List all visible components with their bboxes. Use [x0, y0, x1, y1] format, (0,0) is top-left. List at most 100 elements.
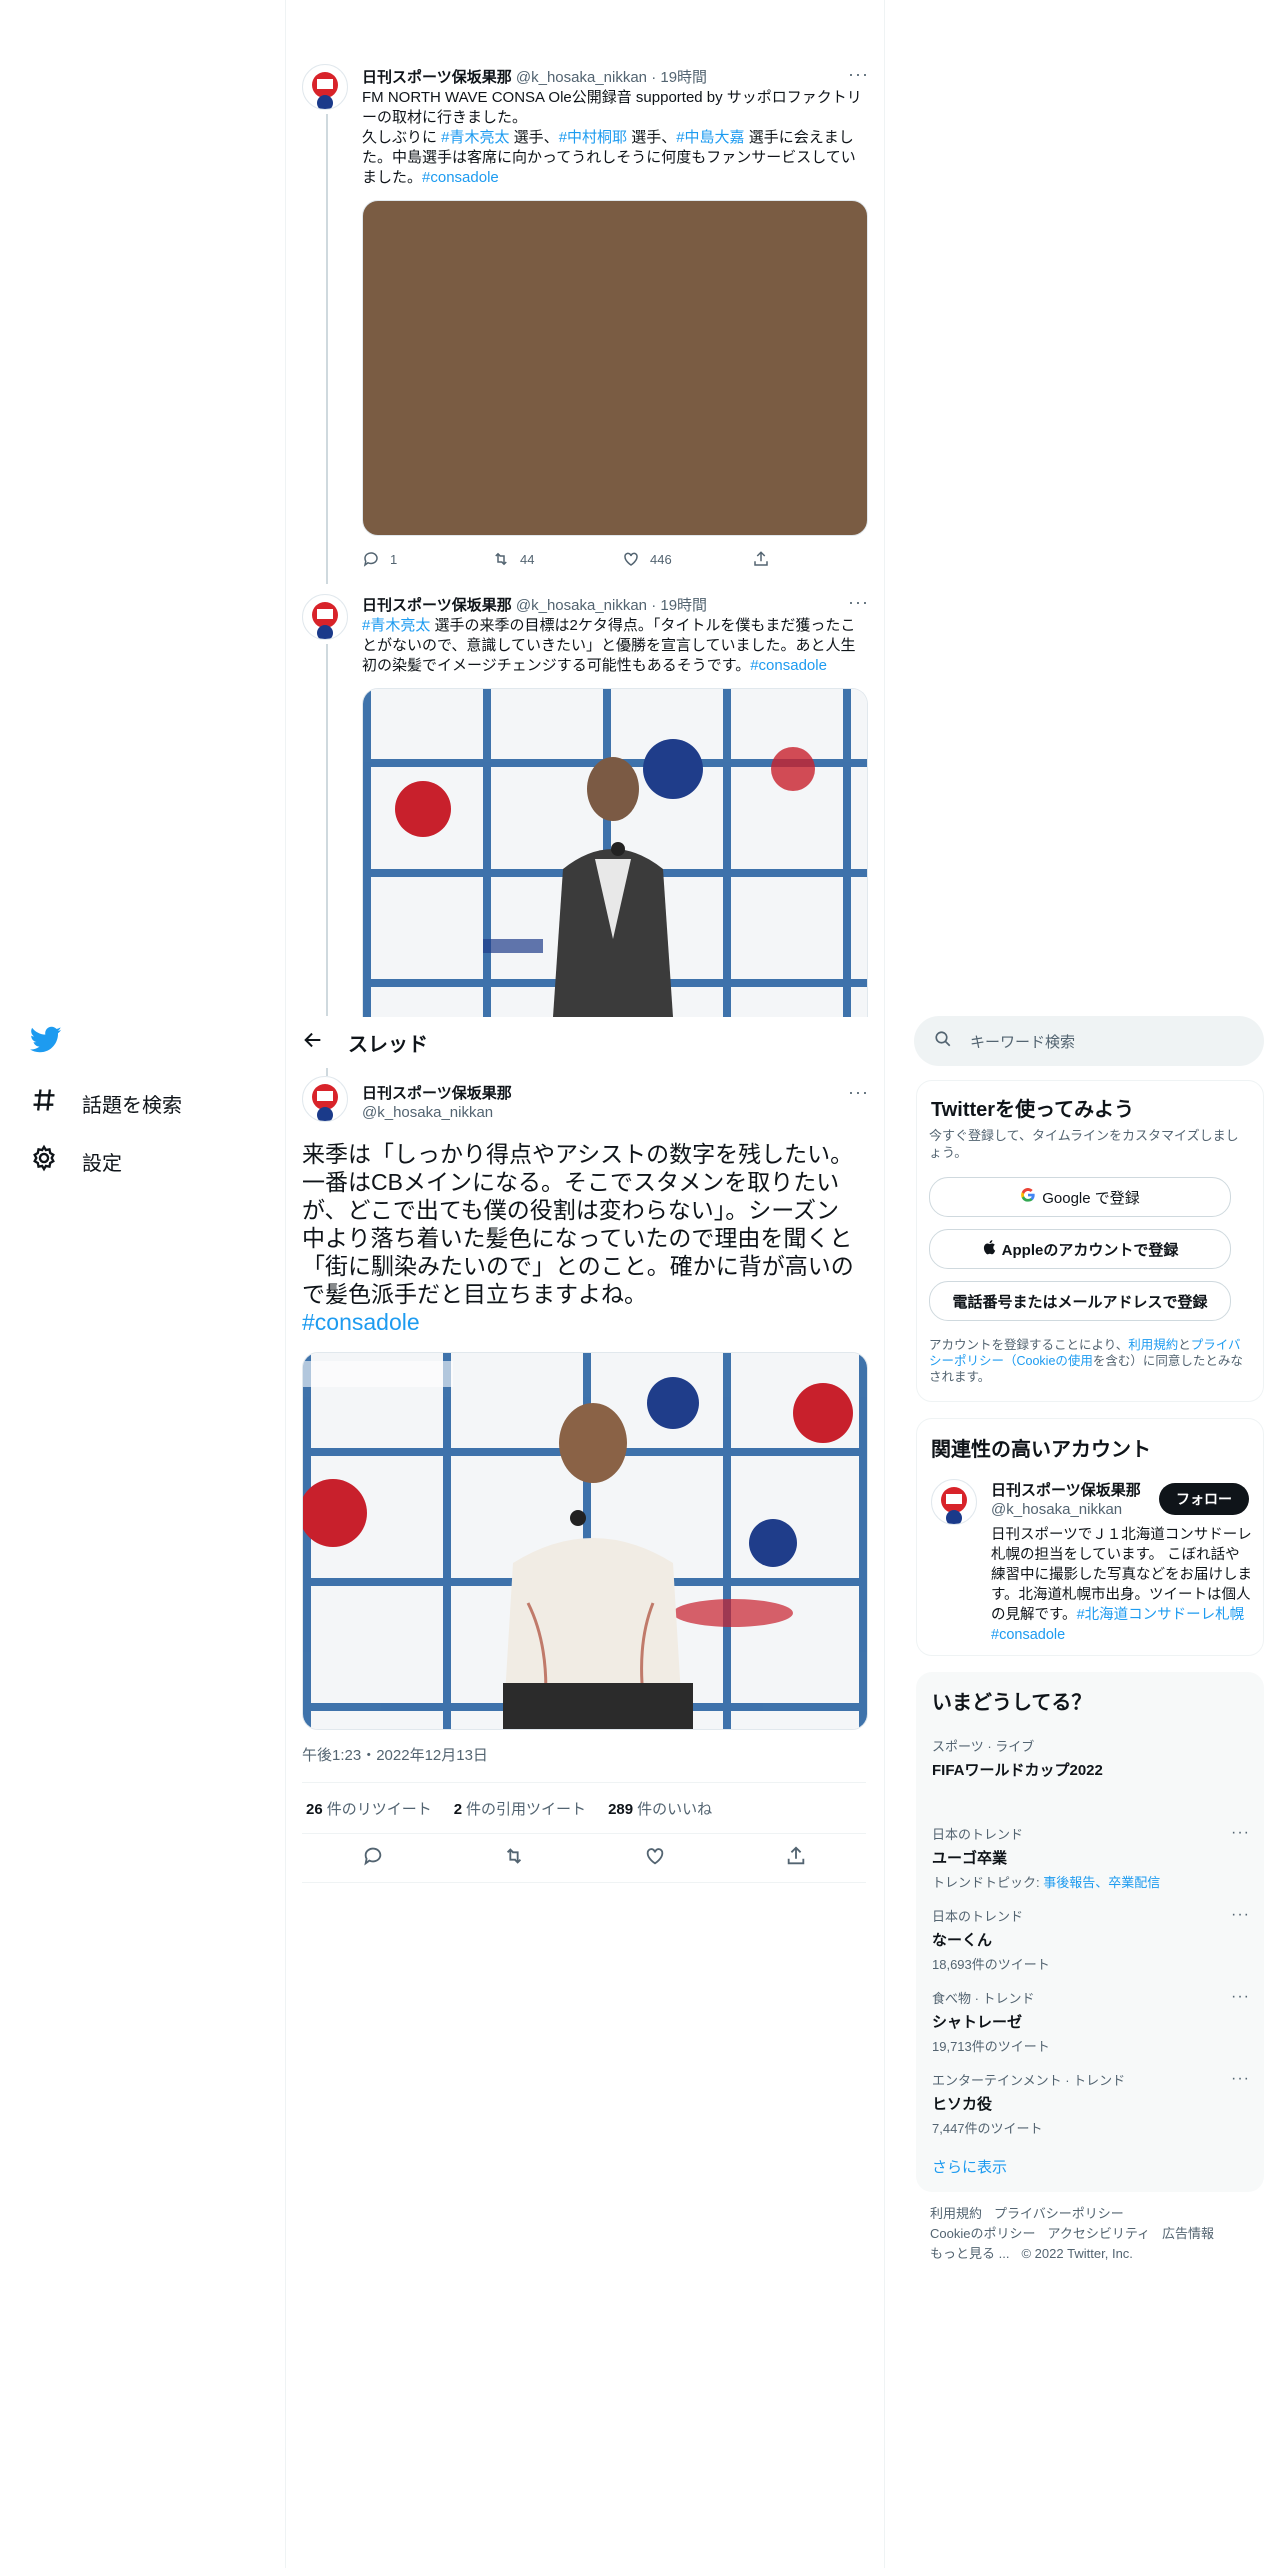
thread-header: スレッド	[286, 1020, 884, 1064]
footer-ads-link[interactable]: 広告情報	[1162, 2226, 1214, 2241]
related-bio: 日刊スポーツでＪ１北海道コンサドーレ札幌の担当をしています。 こぼれ話や練習中に…	[991, 1525, 1253, 1645]
trend-category: エンターテインメント · トレンド	[932, 2073, 1126, 2088]
tweet-media-image[interactable]	[362, 688, 868, 1017]
related-name[interactable]: 日刊スポーツ保坂果那	[991, 1479, 1141, 1500]
footer-terms-link[interactable]: 利用規約	[930, 2206, 982, 2221]
author-name[interactable]: 日刊スポーツ保坂果那	[362, 69, 512, 86]
reply-icon[interactable]	[362, 1845, 384, 1872]
heart-icon[interactable]	[644, 1845, 666, 1872]
hashtag-link[interactable]: #中村桐耶	[559, 129, 627, 146]
avatar[interactable]	[931, 1479, 977, 1525]
hashtag-link[interactable]: #青木亮太	[362, 617, 430, 634]
trend-name: なーくん	[932, 1932, 993, 1949]
retweet-icon	[495, 552, 507, 566]
trend-category: 日本のトレンド	[932, 1909, 1024, 1924]
phone-signup-button[interactable]: 電話番号またはメールアドレスで登録	[929, 1281, 1231, 1321]
author-name[interactable]: 日刊スポーツ保坂果那	[362, 597, 512, 614]
twitter-logo-icon[interactable]	[29, 1026, 62, 1059]
search-input[interactable]: キーワード検索	[970, 1031, 1075, 1052]
more-options-icon[interactable]: ···	[1231, 1906, 1250, 1924]
tweet-timestamp[interactable]: 午後1:23・2022年12月13日	[302, 1744, 488, 1765]
footer-more-link[interactable]: もっと見る ...	[930, 2246, 1009, 2261]
trend-item[interactable]: エンターテインメント · トレンド ··· ヒソカ役 7,447件のツイート	[932, 2070, 1250, 2137]
more-options-icon[interactable]: ···	[1231, 1988, 1250, 2006]
column-divider	[285, 0, 286, 2568]
thread-connector	[326, 644, 328, 1016]
tweet-text: #青木亮太 選手の来季の目標は2ケタ得点。「タイトルを僕もまだ獲ったことがないの…	[362, 616, 866, 676]
trend-item[interactable]: 食べ物 · トレンド ··· シャトレーゼ 19,713件のツイート	[932, 1988, 1250, 2055]
share-icon[interactable]	[785, 1845, 807, 1872]
trend-name: シャトレーゼ	[932, 2014, 1023, 2031]
tweet-header: 日刊スポーツ保坂果那 @k_hosaka_nikkan · 19時間	[362, 594, 707, 615]
search-bar[interactable]: キーワード検索	[914, 1016, 1264, 1066]
tweet-body: 来季は「しっかり得点やアシストの数字を残したい。一番はCBメインになる。そこでス…	[302, 1141, 854, 1307]
page-title: スレッド	[348, 1033, 428, 1056]
engagement-stats: 26 件のリツイート 2 件の引用ツイート 289 件のいいね	[302, 1782, 866, 1834]
tweet-media-image[interactable]	[362, 200, 868, 536]
quote-stat[interactable]: 2 件の引用ツイート	[454, 1798, 586, 1819]
hashtag-link[interactable]: #consadole	[302, 1309, 420, 1335]
google-icon	[1020, 1187, 1036, 1207]
author-handle[interactable]: @k_hosaka_nikkan	[516, 597, 647, 614]
hashtag-link[interactable]: #北海道コンサドーレ札幌	[1077, 1607, 1245, 1623]
more-options-icon[interactable]: ···	[848, 1082, 869, 1103]
reply-count: 1	[390, 551, 398, 567]
nav-settings[interactable]: 設定	[30, 1144, 122, 1178]
nav-explore[interactable]: 話題を検索	[30, 1086, 182, 1120]
like-stat[interactable]: 289 件のいいね	[608, 1798, 712, 1819]
author-handle[interactable]: @k_hosaka_nikkan	[362, 1104, 493, 1121]
share-button[interactable]	[752, 550, 882, 568]
avatar[interactable]	[302, 64, 348, 110]
tweet-time[interactable]: · 19時間	[651, 597, 707, 614]
tweet-header: 日刊スポーツ保坂果那 @k_hosaka_nikkan · 19時間	[362, 66, 707, 87]
hashtag-link[interactable]: #consadole	[991, 1627, 1065, 1643]
google-signup-button[interactable]: Google で登録	[929, 1177, 1231, 1217]
reply-button[interactable]: 1	[362, 550, 492, 568]
hashtag-link[interactable]: #青木亮太	[441, 129, 509, 146]
retweet-stat[interactable]: 26 件のリツイート	[306, 1798, 432, 1819]
tweet-time[interactable]: · 19時間	[651, 69, 707, 86]
thread-media-image[interactable]	[302, 1352, 868, 1730]
avatar[interactable]	[302, 1076, 348, 1122]
more-options-icon[interactable]: ···	[848, 64, 869, 85]
footer-links: 利用規約 プライバシーポリシー Cookieのポリシー アクセシビリティ 広告情報 も…	[930, 2204, 1250, 2264]
back-arrow-icon[interactable]	[302, 1029, 348, 1056]
avatar[interactable]	[302, 594, 348, 640]
hashtag-link[interactable]: #consadole	[422, 169, 499, 186]
column-divider	[884, 0, 885, 2568]
footer-privacy-link[interactable]: プライバシーポリシー	[994, 2206, 1124, 2221]
phone-signup-label: 電話番号またはメールアドレスで登録	[952, 1293, 1208, 1311]
more-options-icon[interactable]: ···	[1231, 1824, 1250, 1842]
terms-link[interactable]: 利用規約	[1128, 1338, 1178, 1352]
apple-signup-button[interactable]: Appleのアカウントで登録	[929, 1229, 1231, 1269]
related-title: 関連性の高いアカウント	[931, 1439, 1151, 1461]
hashtag-link[interactable]: #中島大嘉	[676, 129, 744, 146]
retweet-icon[interactable]	[503, 1845, 525, 1872]
trend-subtext: トレンドトピック: 事後報告、卒業配信	[932, 1872, 1250, 1891]
footer-a11y-link[interactable]: アクセシビリティ	[1047, 2226, 1150, 2241]
more-options-icon[interactable]: ···	[848, 592, 869, 613]
follow-button[interactable]: フォロー	[1159, 1483, 1249, 1515]
tweet-text-line: FM NORTH WAVE CONSA Ole公開録音 supported by…	[362, 89, 862, 126]
signup-desc: 今すぐ登録して、タイムラインをカスタマイズしましょう。	[929, 1128, 1239, 1160]
tweet-text-line: 久しぶりに #青木亮太 選手、#中村桐耶 選手、#中島大嘉 選手に会えました。中…	[362, 128, 866, 188]
show-more-link[interactable]: さらに表示	[932, 2156, 1007, 2177]
gear-icon	[30, 1144, 58, 1178]
nav-settings-label: 設定	[82, 1152, 122, 1175]
trend-item[interactable]: 日本のトレンド ··· なーくん 18,693件のツイート	[932, 1906, 1250, 1973]
text-segment: 選手、	[627, 129, 677, 146]
author-handle[interactable]: @k_hosaka_nikkan	[516, 69, 647, 86]
retweet-button[interactable]: 44	[492, 550, 622, 568]
footer-cookie-link[interactable]: Cookieのポリシー	[930, 2226, 1035, 2241]
author-name[interactable]: 日刊スポーツ保坂果那	[362, 1082, 512, 1103]
more-options-icon[interactable]: ···	[1231, 2070, 1250, 2088]
trend-name: FIFAワールドカップ2022	[932, 1762, 1103, 1779]
trend-topic-link[interactable]: 事後報告、卒業配信	[1043, 1875, 1160, 1890]
hashtag-link[interactable]: #consadole	[750, 657, 827, 674]
like-button[interactable]: 446	[622, 550, 752, 568]
retweet-count: 44	[520, 551, 535, 567]
signup-panel: Twitterを使ってみよう 今すぐ登録して、タイムラインをカスタマイズしましょ…	[916, 1080, 1264, 1402]
trend-item[interactable]: 日本のトレンド ··· ユーゴ卒業 トレンドトピック: 事後報告、卒業配信	[932, 1824, 1250, 1891]
related-handle[interactable]: @k_hosaka_nikkan	[991, 1501, 1122, 1518]
trend-item[interactable]: スポーツ · ライブ FIFAワールドカップ2022	[932, 1736, 1250, 1780]
